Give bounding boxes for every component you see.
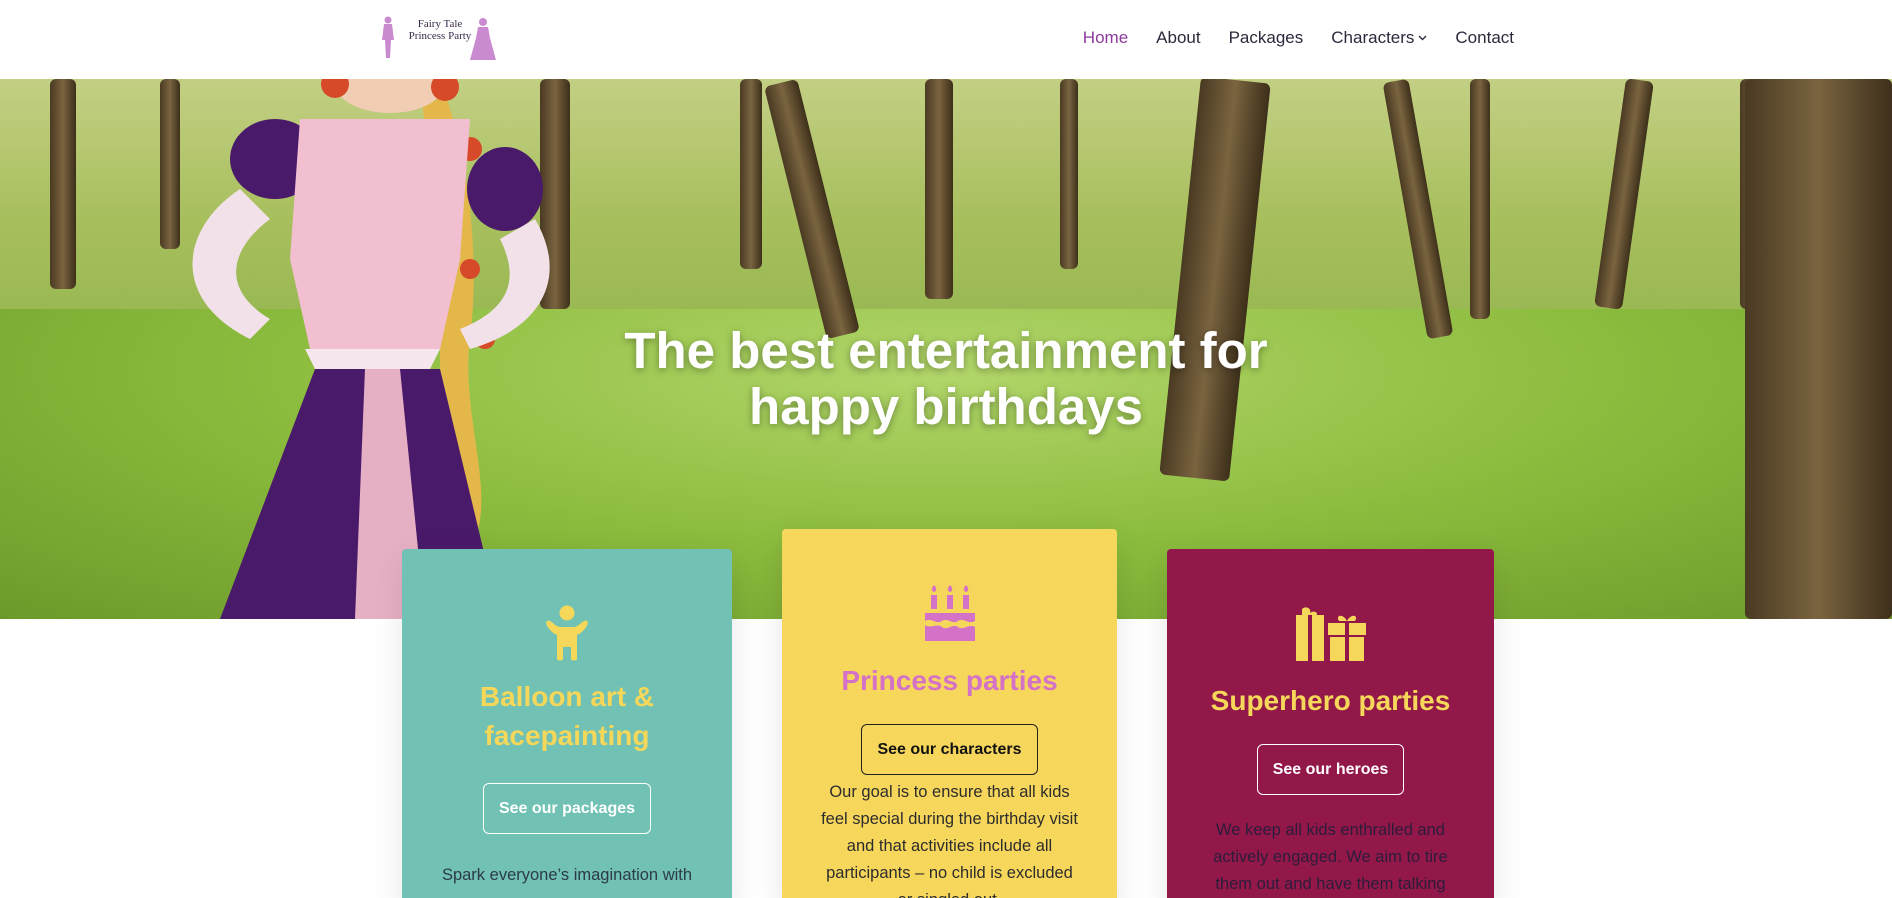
card-description: We keep all kids enthralled and actively… [1213,821,1448,893]
nav-about[interactable]: About [1156,28,1200,48]
birthday-cake-icon [924,585,975,641]
child-icon [546,605,588,661]
nav-home[interactable]: Home [1083,28,1128,48]
hero-title-line1: The best entertainment for [624,322,1268,379]
tree-trunk [1470,79,1490,319]
card-princess-parties: Princess parties See our characters Our … [782,529,1117,898]
chevron-down-icon [1418,35,1427,41]
see-characters-button[interactable]: See our characters [861,724,1038,775]
hero-title: The best entertainment for happy birthda… [0,323,1892,435]
logo-text-line1: Fairy Tale [417,18,463,30]
site-header: Fairy Tale Princess Party Home About Pac… [0,0,1892,79]
card-superhero-parties: Superhero parties See our heroes We keep… [1167,549,1494,898]
tree-trunk [50,79,76,289]
see-packages-button[interactable]: See our packages [482,783,652,834]
card-description: Our goal is to ensure that all kids feel… [821,783,1078,898]
card-title-line2: facepainting [484,720,650,751]
nav-characters[interactable]: Characters [1331,28,1427,48]
tree-trunk [1060,79,1078,269]
card-description: Spark everyone’s imagination with [441,866,693,884]
nav-packages[interactable]: Packages [1229,28,1304,48]
tree-trunk [740,79,762,269]
gift-icon [1295,607,1366,661]
card-title: Balloon art & facepainting [402,677,732,755]
card-title: Princess parties [841,665,1058,696]
main-nav: Home About Packages Characters Contact [1055,28,1514,48]
site-logo[interactable]: Fairy Tale Princess Party [380,14,500,62]
tree-trunk [925,79,953,299]
nav-contact[interactable]: Contact [1455,28,1514,48]
see-heroes-button[interactable]: See our heroes [1256,744,1405,795]
card-title: Superhero parties [1210,685,1451,716]
nav-characters-label: Characters [1331,28,1415,47]
logo-text-line2: Princess Party [408,30,472,42]
card-balloon-art: Balloon art & facepainting See our packa… [402,549,732,898]
card-title-line1: Balloon art & [479,681,655,712]
hero-title-line2: happy birthdays [749,378,1143,435]
